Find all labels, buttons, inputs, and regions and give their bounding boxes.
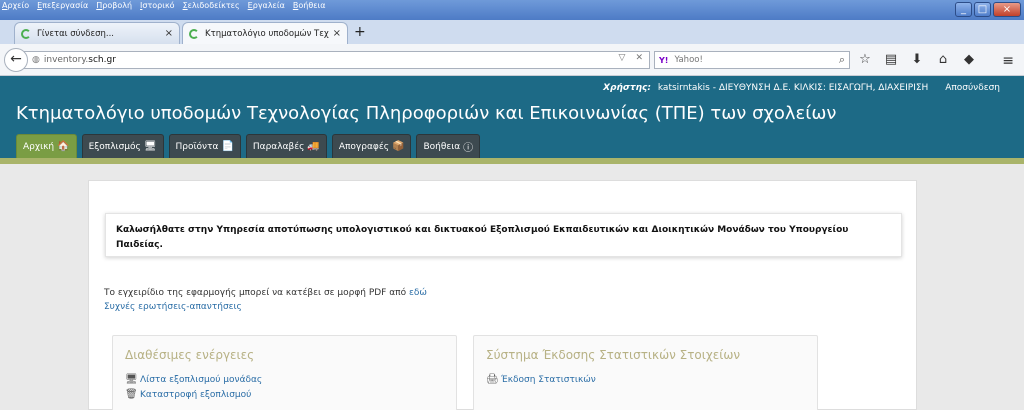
download-icon[interactable]: ⬇: [910, 52, 924, 67]
search-bar[interactable]: Y! ⌕: [654, 51, 850, 69]
back-arrow-icon: ←: [10, 51, 22, 67]
welcome-message: Καλωσήλθατε στην Υπηρεσία αποτύπωσης υπο…: [105, 213, 902, 257]
action-equipment-destruction[interactable]: 🗑 Καταστροφή εξοπλισμού: [125, 389, 444, 400]
yahoo-engine-icon[interactable]: Y!: [659, 56, 668, 65]
browser-tab-connecting[interactable]: Γίνεται σύνδεση... ×: [14, 22, 180, 44]
user-value: katsirntakis - ΔΙΕΥΘΥΝΣΗ Δ.Ε. ΚΙΛΚΙΣ: ΕΙ…: [657, 83, 929, 93]
faq-link[interactable]: Συχνές ερωτήσεις-απαντήσεις: [104, 302, 242, 312]
logout-link[interactable]: Αποσύνδεση: [945, 83, 1000, 93]
user-label: Χρήστης:: [603, 83, 651, 93]
action-label: Έκδοση Στατιστικών: [501, 374, 596, 385]
action-statistics-export[interactable]: 🖨 Έκδοση Στατιστικών: [486, 374, 805, 385]
action-label: Καταστροφή εξοπλισμού: [140, 389, 252, 400]
action-label: Λίστα εξοπλισμού μονάδας: [140, 374, 263, 385]
url-bar[interactable]: ◍ inventory.sch.gr ▽ ✕: [22, 51, 650, 69]
print-icon: 🖨: [486, 374, 499, 385]
statistics-title: Σύστημα Έκδοσης Στατιστικών Στοιχείων: [486, 348, 741, 362]
navigation-toolbar: ◍ inventory.sch.gr ▽ ✕ ← Y! ⌕ ☆ ▤ ⬇ ⌂ ◆ …: [0, 44, 1024, 76]
home-icon: 🏠: [57, 141, 70, 152]
box-icon: 📦: [391, 141, 405, 152]
home-icon[interactable]: ⌂: [936, 52, 950, 67]
stop-icon[interactable]: ✕: [635, 53, 643, 63]
computer-icon: 🖥: [125, 374, 138, 385]
new-tab-button[interactable]: +: [354, 24, 366, 40]
nav-tab-label: Παραλαβές: [252, 141, 305, 152]
menu-help[interactable]: Βοήθεια: [293, 0, 326, 12]
back-button[interactable]: ←: [4, 48, 28, 72]
actions-box: Διαθέσιμες ενέργειες 🖥 Λίστα εξοπλισμού …: [112, 335, 457, 410]
statistics-box: Σύστημα Έκδοσης Στατιστικών Στοιχείων 🖨 …: [473, 335, 818, 410]
bookmark-star-icon[interactable]: ☆: [858, 52, 872, 67]
menu-hamburger-icon[interactable]: ≡: [1002, 53, 1014, 69]
manual-line: Το εγχειρίδιο της εφαρμογής μπορεί να κα…: [104, 288, 427, 298]
nav-tab-help[interactable]: Βοήθεια ⓘ: [416, 134, 481, 158]
url-tools: ▽ ✕: [619, 53, 643, 63]
search-icon[interactable]: ⌕: [839, 53, 845, 67]
trash-icon: 🗑: [125, 389, 138, 400]
globe-icon: ◍: [32, 55, 40, 65]
nav-tab-receipts[interactable]: Παραλαβές 🚚: [245, 134, 327, 158]
window-controls: _ □ ×: [955, 2, 1021, 17]
nav-tab-products[interactable]: Προϊόντα 📄: [168, 134, 241, 158]
reading-list-icon[interactable]: ▤: [884, 52, 898, 67]
close-window-button[interactable]: ×: [993, 2, 1021, 17]
header-divider: [0, 158, 1024, 164]
nav-tab-label: Προϊόντα: [175, 141, 219, 152]
menu-bookmarks[interactable]: Σελιδοδείκτες: [183, 0, 240, 12]
app-header: Χρήστης: katsirntakis - ΔΙΕΥΘΥΝΣΗ Δ.Ε. Κ…: [0, 76, 1024, 158]
tab-strip: Γίνεται σύνδεση... × Κτηματολόγιο υποδομ…: [0, 20, 1024, 44]
search-input[interactable]: [674, 55, 825, 65]
help-icon: ⓘ: [463, 143, 474, 154]
page-title: Κτηματολόγιο υποδομών Τεχνολογίας Πληροφ…: [16, 103, 837, 124]
menu-tools[interactable]: Εργαλεία: [248, 0, 285, 12]
nav-tab-label: Αρχική: [23, 141, 55, 152]
tab-label: Γίνεται σύνδεση...: [37, 28, 114, 39]
browser-tab-inventory[interactable]: Κτηματολόγιο υποδομών Τεχ... ×: [182, 22, 348, 44]
menu-file[interactable]: Αρχείο: [2, 0, 29, 12]
user-info: Χρήστης: katsirntakis - ΔΙΕΥΘΥΝΣΗ Δ.Ε. Κ…: [603, 83, 1000, 93]
url-text: inventory.sch.gr: [43, 55, 116, 65]
document-icon: 📄: [221, 141, 234, 152]
nav-tab-home[interactable]: Αρχική 🏠: [16, 134, 77, 158]
menu-history[interactable]: Ιστορικό: [140, 0, 175, 12]
truck-icon: 🚚: [307, 141, 320, 152]
nav-tab-inventories[interactable]: Απογραφές 📦: [331, 134, 412, 158]
minimize-button[interactable]: _: [955, 2, 972, 17]
dropdown-arrow-icon[interactable]: ▽: [619, 53, 626, 63]
computer-icon: 🖥: [143, 141, 157, 152]
main-nav: Αρχική 🏠 Εξοπλισμός 🖥 Προϊόντα 📄 Παραλαβ…: [16, 134, 481, 158]
nav-tab-label: Απογραφές: [338, 141, 389, 152]
main-panel: Καλωσήλθατε στην Υπηρεσία αποτύπωσης υπο…: [88, 180, 917, 410]
loading-spinner-icon: [189, 28, 199, 39]
menu-view[interactable]: Προβολή: [96, 0, 132, 12]
window-titlebar: Αρχείο Επεξεργασία Προβολή Ιστορικό Σελι…: [0, 0, 1024, 22]
tab-close-icon[interactable]: ×: [333, 28, 341, 39]
manual-download-link[interactable]: εδώ: [409, 288, 427, 298]
maximize-button[interactable]: □: [974, 2, 991, 17]
toolbar-icons: ☆ ▤ ⬇ ⌂ ◆: [858, 52, 976, 67]
menu-edit[interactable]: Επεξεργασία: [37, 0, 88, 12]
tab-close-icon[interactable]: ×: [165, 28, 173, 39]
menu-bar: Αρχείο Επεξεργασία Προβολή Ιστορικό Σελι…: [2, 0, 326, 12]
nav-tab-label: Βοήθεια: [423, 141, 461, 152]
manual-text: Το εγχειρίδιο της εφαρμογής μπορεί να κα…: [104, 288, 407, 298]
action-equipment-list[interactable]: 🖥 Λίστα εξοπλισμού μονάδας: [125, 374, 444, 385]
nav-tab-equipment[interactable]: Εξοπλισμός 🖥: [81, 134, 164, 158]
tab-label: Κτηματολόγιο υποδομών Τεχ...: [205, 28, 329, 39]
pocket-icon[interactable]: ◆: [962, 52, 976, 67]
actions-title: Διαθέσιμες ενέργειες: [125, 348, 255, 362]
nav-tab-label: Εξοπλισμός: [88, 141, 141, 152]
loading-spinner-icon: [21, 28, 31, 39]
